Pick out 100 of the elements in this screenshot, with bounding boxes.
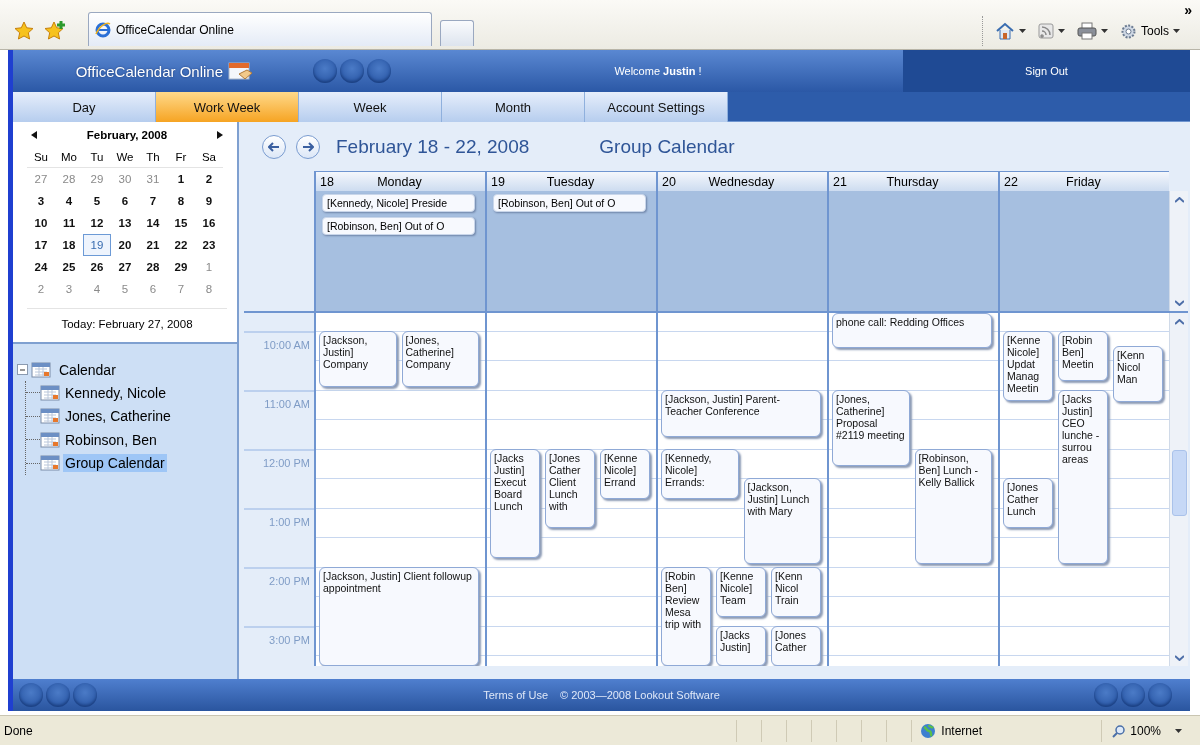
print-button[interactable] (1077, 22, 1108, 40)
calendar-day[interactable]: 12 (83, 212, 111, 234)
calendar-day[interactable]: 1 (167, 168, 195, 190)
calendar-day[interactable]: 18 (55, 234, 83, 256)
calendar-day[interactable]: 4 (55, 190, 83, 212)
calendar-day[interactable]: 3 (55, 278, 83, 300)
scrollbar-thumb[interactable] (1171, 450, 1187, 516)
calendar-event[interactable]: [Jackson, Justin] Parent-Teacher Conference (661, 389, 821, 437)
security-zone: Internet (941, 723, 982, 738)
calendar-day[interactable]: 14 (139, 212, 167, 234)
calendar-day[interactable]: 26 (83, 256, 111, 278)
calendar-event[interactable]: [Jones Cather Client Lunch with (545, 448, 595, 529)
calendar-day[interactable]: 11 (55, 212, 83, 234)
calendar-day[interactable]: 23 (195, 234, 223, 256)
tree-item[interactable]: Kennedy, Nicole (63, 383, 168, 402)
calendar-icon (40, 431, 60, 448)
view-tab[interactable]: Account Settings (585, 92, 728, 122)
calendar-day[interactable]: 31 (139, 168, 167, 190)
calendar-event[interactable]: [Robin Ben] Review Mesa trip with (661, 566, 711, 666)
calendar-event[interactable]: [Jackson, Justin] Lunch with Mary (743, 478, 821, 564)
calendar-day[interactable]: 7 (139, 190, 167, 212)
caret-icon (1058, 29, 1065, 33)
view-tab[interactable]: Month (442, 92, 585, 122)
collapse-icon[interactable] (17, 364, 28, 375)
calendar-day[interactable]: 6 (139, 278, 167, 300)
calendar-day[interactable]: 30 (111, 168, 139, 190)
calendar-event[interactable]: [Jones Cather Lunch (1003, 478, 1053, 529)
calendar-event[interactable]: [Kennedy, Nicole] Errands: (661, 448, 739, 499)
calendar-day[interactable]: 29 (167, 256, 195, 278)
calendar-event[interactable]: [Kenne Nicole] Team (716, 566, 766, 617)
decoration-circle (367, 59, 391, 83)
calendar-day[interactable]: 20 (111, 234, 139, 256)
calendar-event[interactable]: [Kenne Nicole] Errand (600, 448, 650, 499)
calendar-day[interactable]: 22 (167, 234, 195, 256)
calendar-day[interactable]: 28 (55, 168, 83, 190)
calendar-day[interactable]: 9 (195, 190, 223, 212)
calendar-event[interactable]: [Jackson, Justin] Company (319, 330, 397, 387)
view-tab[interactable]: Day (13, 92, 156, 122)
calendar-day[interactable]: 8 (195, 278, 223, 300)
next-month-icon[interactable] (217, 131, 223, 139)
calendar-day[interactable]: 2 (27, 278, 55, 300)
calendar-event[interactable]: [Jacks Justin] Execut Board Lunch (490, 448, 540, 558)
calendar-day[interactable]: 13 (111, 212, 139, 234)
calendar-day[interactable]: 3 (27, 190, 55, 212)
calendar-event[interactable]: [Jackson, Justin] Client followup appointment (319, 566, 479, 666)
calendar-event[interactable]: [Jacks Justin] CEO lunche - surrou areas (1058, 389, 1108, 564)
calendar-day[interactable]: 16 (195, 212, 223, 234)
more-tools-chevron[interactable]: » (1184, 2, 1192, 18)
calendar-event[interactable]: [Jacks Justin] (716, 625, 766, 666)
calendar-day[interactable]: 24 (27, 256, 55, 278)
tree-item[interactable]: Robinson, Ben (63, 430, 159, 449)
calendar-day[interactable]: 25 (55, 256, 83, 278)
calendar-event[interactable]: [Robin Ben] Meetin (1058, 330, 1108, 381)
weekday-name: Tuesday (545, 174, 596, 189)
calendar-day[interactable]: 5 (111, 278, 139, 300)
view-tab[interactable]: Week (299, 92, 442, 122)
calendar-day[interactable]: 10 (27, 212, 55, 234)
calendar-day[interactable]: 27 (111, 256, 139, 278)
feeds-button[interactable] (1038, 23, 1065, 39)
home-button[interactable] (995, 22, 1026, 40)
calendar-day[interactable]: 19 (83, 234, 111, 256)
calendar-event[interactable]: [Kenn Nicol Train (771, 566, 821, 617)
tree-item[interactable]: Calendar (57, 360, 118, 379)
calendar-day[interactable]: 28 (139, 256, 167, 278)
calendar-day[interactable]: 15 (167, 212, 195, 234)
time-label: 10:00 AM (263, 339, 310, 351)
calendar-event[interactable]: [Jones, Catherine] Company (401, 330, 479, 387)
next-week-button[interactable] (296, 135, 320, 159)
calendar-day[interactable]: 2 (195, 168, 223, 190)
calendar-day[interactable]: 21 (139, 234, 167, 256)
calendar-day[interactable]: 27 (27, 168, 55, 190)
calendar-day[interactable]: 6 (111, 190, 139, 212)
previous-week-button[interactable] (262, 135, 286, 159)
sign-out-link[interactable]: Sign Out (1025, 65, 1068, 77)
tree-item[interactable]: Jones, Catherine (63, 407, 173, 426)
tools-button[interactable]: Tools (1120, 22, 1180, 40)
all-day-event[interactable]: [Robinson, Ben] Out of O (322, 217, 475, 235)
calendar-day[interactable]: 7 (167, 278, 195, 300)
calendar-event[interactable]: [Jones, Catherine] Proposal #2119 meeting (832, 389, 910, 467)
previous-month-icon[interactable] (31, 131, 37, 139)
calendar-day[interactable]: 8 (167, 190, 195, 212)
all-day-event[interactable]: [Kennedy, Nicole] Preside (322, 194, 475, 212)
new-tab-button[interactable] (440, 20, 474, 46)
calendar-event[interactable]: phone call: Redding Offices (832, 313, 992, 349)
terms-link[interactable]: Terms of Use (483, 689, 548, 701)
calendar-day[interactable]: 17 (27, 234, 55, 256)
calendar-event[interactable]: [Robinson, Ben] Lunch - Kelly Ballick (914, 448, 992, 564)
calendar-event[interactable]: [Kenn Nicol Man (1113, 345, 1163, 402)
calendar-event[interactable]: [Jones Cather (771, 625, 821, 666)
view-tab[interactable]: Work Week (156, 92, 299, 122)
all-day-event[interactable]: [Robinson, Ben] Out of O (493, 194, 646, 212)
calendar-event[interactable]: [Kenne Nicole] Updat Manag Meetin (1003, 330, 1053, 402)
zoom-button[interactable]: 100% (1101, 719, 1200, 742)
today-label[interactable]: Today: February 27, 2008 (27, 308, 227, 330)
tree-item[interactable]: Group Calendar (63, 454, 167, 473)
calendar-day[interactable]: 29 (83, 168, 111, 190)
calendar-day[interactable]: 5 (83, 190, 111, 212)
calendar-day[interactable]: 1 (195, 256, 223, 278)
decoration-circle (1094, 683, 1118, 707)
browser-tab[interactable]: OfficeCalendar Online (88, 12, 432, 46)
